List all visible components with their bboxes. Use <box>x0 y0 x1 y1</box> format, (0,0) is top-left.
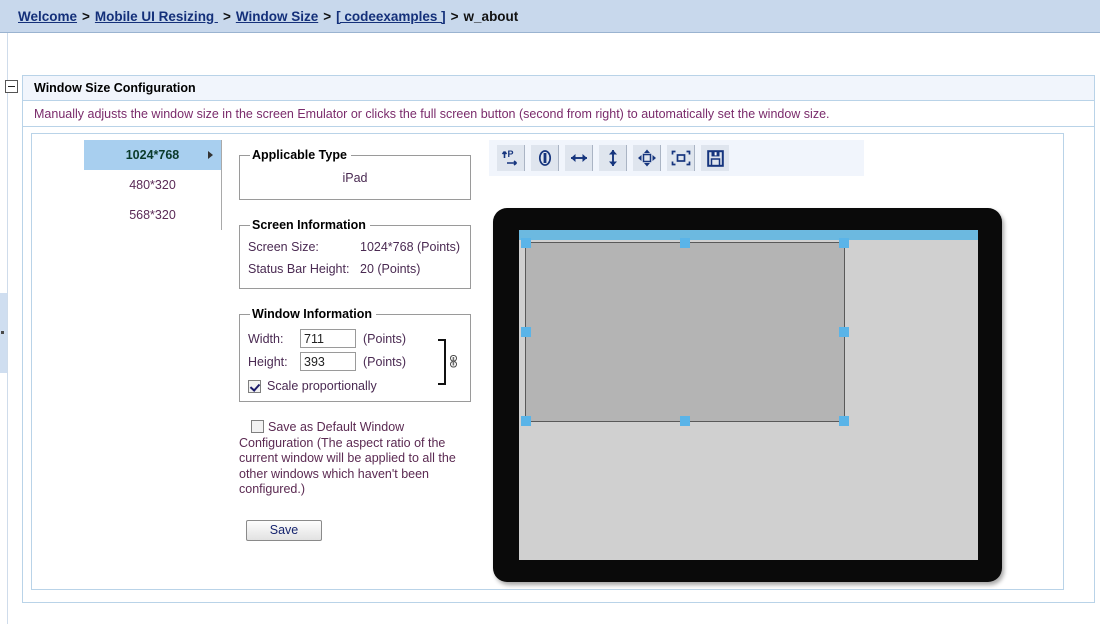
resize-handle-sw[interactable] <box>521 416 531 426</box>
width-label: Width: <box>248 331 284 346</box>
applicable-type-group: Applicable Type iPad <box>239 148 471 200</box>
panel-description: Manually adjusts the window size in the … <box>34 106 830 121</box>
status-bar-height-row: Status Bar Height: 20 (Points) <box>248 258 462 280</box>
resize-vertical-icon[interactable] <box>599 145 627 171</box>
status-bar-height-value: 20 (Points) <box>360 262 421 276</box>
svg-text:P: P <box>508 149 514 159</box>
breadcrumb-separator: > <box>323 8 332 24</box>
left-splitter-grip <box>1 331 4 334</box>
breadcrumb-separator: > <box>82 8 90 24</box>
applicable-type-legend: Applicable Type <box>252 148 347 162</box>
screen-size-row: Screen Size: 1024*768 (Points) <box>248 236 462 258</box>
emulated-window[interactable] <box>521 238 849 426</box>
emulator-toolbar: P <box>489 140 864 176</box>
link-orientation-icon[interactable] <box>531 145 559 171</box>
save-floppy-icon[interactable] <box>701 145 729 171</box>
bracket-icon <box>438 339 446 385</box>
width-row: Width: (Points) <box>248 329 462 348</box>
height-label: Height: <box>248 354 288 369</box>
resolution-item-label: 1024*768 <box>125 148 180 162</box>
resize-handle-n[interactable] <box>680 238 690 248</box>
breadcrumb-item-window-size[interactable]: Window Size <box>236 9 318 24</box>
chain-link-icon <box>450 355 457 368</box>
resize-handle-w[interactable] <box>521 327 531 337</box>
scale-proportionally-row[interactable]: Scale proportionally <box>248 379 462 393</box>
page-title: Window Size Configuration <box>34 81 196 95</box>
resize-horizontal-icon[interactable] <box>565 145 593 171</box>
window-size-configuration-panel: Window Size Configuration Manually adjus… <box>22 75 1095 603</box>
save-as-default-checkbox[interactable] <box>251 420 264 433</box>
height-unit: (Points) <box>363 354 407 369</box>
left-splitter[interactable] <box>0 33 8 624</box>
page-body: Window Size Configuration Manually adjus… <box>0 33 1100 624</box>
resolution-item-568x320[interactable]: 568*320 <box>84 200 221 230</box>
scale-proportionally-checkbox[interactable] <box>248 379 261 393</box>
applicable-type-value: iPad <box>342 171 368 185</box>
window-information-legend: Window Information <box>252 307 373 321</box>
resize-handle-s[interactable] <box>680 416 690 426</box>
resolution-item-480x320[interactable]: 480*320 <box>84 170 221 200</box>
device-emulator-frame <box>493 208 1002 582</box>
resize-handle-e[interactable] <box>839 327 849 337</box>
device-screen[interactable] <box>519 230 978 560</box>
status-bar-height-label: Status Bar Height: <box>248 262 350 276</box>
chevron-right-icon <box>208 151 213 159</box>
save-as-default-row[interactable]: Save as Default Window Configuration (Th… <box>239 420 461 498</box>
device-status-bar <box>519 230 978 240</box>
window-information-group: Window Information Width: (Points) Heigh… <box>239 307 471 402</box>
panel-collapse-toggle[interactable] <box>5 80 18 93</box>
scale-proportionally-label: Scale proportionally <box>267 379 377 393</box>
aspect-ratio-link-indicator <box>438 339 468 393</box>
breadcrumb-item-mobile-ui-resizing[interactable]: Mobile UI Resizing <box>95 9 218 24</box>
breadcrumb-item-welcome[interactable]: Welcome <box>18 9 77 24</box>
panel-description-bar: Manually adjusts the window size in the … <box>23 101 1094 127</box>
height-input[interactable] <box>300 352 356 371</box>
panel-title-bar: Window Size Configuration <box>23 76 1094 101</box>
screen-size-value: 1024*768 (Points) <box>360 240 461 254</box>
resolution-list: 1024*768 480*320 568*320 <box>84 140 222 230</box>
breadcrumb-item-current: w_about <box>463 8 519 24</box>
resize-handle-ne[interactable] <box>839 238 849 248</box>
rotate-portrait-icon[interactable]: P <box>497 145 525 171</box>
breadcrumb-separator: > <box>222 8 231 24</box>
resize-handle-se[interactable] <box>839 416 849 426</box>
screen-size-label: Screen Size: <box>248 240 319 254</box>
configuration-content-panel: 1024*768 480*320 568*320 Applicable Type… <box>31 133 1064 590</box>
resolution-item-label: 480*320 <box>129 178 176 192</box>
fit-to-window-icon[interactable] <box>633 145 661 171</box>
resolution-item-1024x768[interactable]: 1024*768 <box>84 140 221 170</box>
width-input[interactable] <box>300 329 356 348</box>
breadcrumb: Welcome > Mobile UI Resizing > Window Si… <box>0 0 1100 33</box>
resolution-item-label: 568*320 <box>129 208 176 222</box>
save-button[interactable]: Save <box>246 519 322 541</box>
screen-information-legend: Screen Information <box>252 218 366 232</box>
resize-handle-nw[interactable] <box>521 238 531 248</box>
width-unit: (Points) <box>363 331 407 346</box>
screen-information-group: Screen Information Screen Size: 1024*768… <box>239 218 471 289</box>
height-row: Height: (Points) <box>248 352 462 371</box>
configuration-form: Applicable Type iPad Screen Information … <box>239 148 471 541</box>
save-as-default-label: Save as Default Window Configuration (Th… <box>239 420 456 496</box>
full-screen-icon[interactable] <box>667 145 695 171</box>
breadcrumb-item-codeexamples[interactable]: [ codeexamples ] <box>336 9 446 24</box>
breadcrumb-separator: > <box>450 8 459 24</box>
